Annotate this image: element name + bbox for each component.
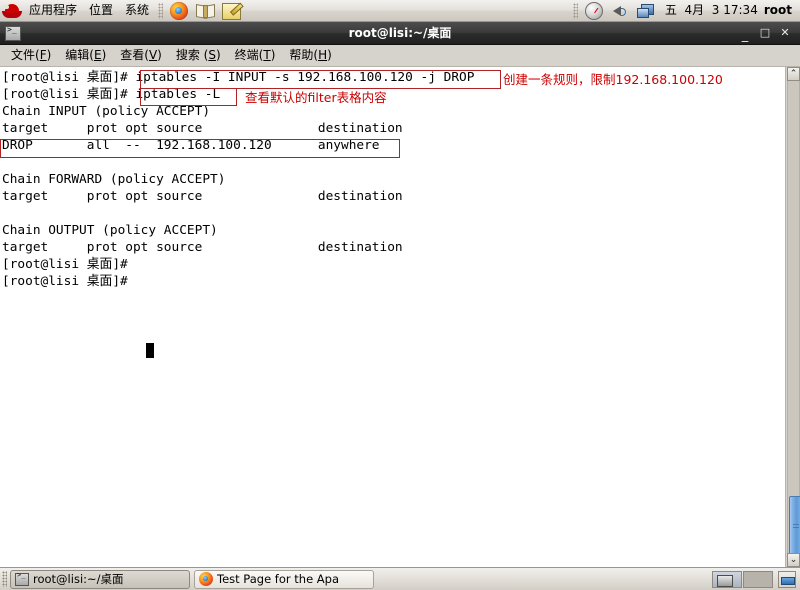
close-button[interactable]: ✕	[776, 25, 794, 41]
taskbar-item-label: root@lisi:~/桌面	[33, 572, 124, 586]
terminal-icon	[15, 571, 29, 586]
menu-terminal[interactable]: 终端(T)	[228, 46, 283, 65]
highlight-box-command-list	[140, 88, 237, 106]
terminal-scrollbar[interactable]: ⌃ ⌄	[785, 67, 800, 567]
red-hat-logo[interactable]	[2, 2, 22, 20]
window-buttons: _ □ ✕	[734, 25, 800, 42]
volume-icon[interactable]	[609, 1, 631, 21]
desktop-screen: 应用程序 位置 系统 五 4月 3 17:34 root root@lisi:~…	[0, 0, 800, 590]
help-book-icon[interactable]	[194, 1, 216, 21]
annotation-view-filter: 查看默认的filter表格内容	[245, 90, 387, 105]
firefox-icon	[199, 572, 213, 586]
menu-edit[interactable]: 编辑(E)	[58, 46, 113, 65]
bottom-panel: root@lisi:~/桌面 Test Page for the Apa	[0, 567, 800, 590]
system-monitor-icon[interactable]	[583, 1, 605, 21]
window-title: root@lisi:~/桌面	[348, 26, 452, 40]
minimize-button[interactable]: _	[736, 25, 754, 42]
menu-system[interactable]: 系统	[119, 2, 155, 19]
clock[interactable]: 五 4月 3 17:34	[659, 3, 764, 18]
menu-search[interactable]: 搜索 (S)	[169, 46, 228, 65]
panel-separator	[158, 2, 164, 19]
menu-view[interactable]: 查看(V)	[113, 46, 169, 65]
scrollbar-thumb[interactable]	[789, 496, 800, 558]
text-editor-icon[interactable]	[220, 1, 242, 21]
terminal-cursor	[146, 343, 154, 358]
taskbar-grip[interactable]	[2, 571, 7, 587]
terminal-icon	[5, 25, 21, 41]
top-panel: 应用程序 位置 系统 五 4月 3 17:34 root	[0, 0, 800, 22]
workspace-switcher[interactable]	[712, 570, 774, 589]
taskbar-item-firefox[interactable]: Test Page for the Apa	[194, 569, 374, 589]
maximize-button[interactable]: □	[756, 25, 774, 41]
firefox-icon[interactable]	[168, 1, 190, 21]
workspace-2[interactable]	[743, 570, 773, 588]
show-desktop-button[interactable]	[778, 570, 796, 588]
menu-bar: 文件(F) 编辑(E) 查看(V) 搜索 (S) 终端(T) 帮助(H)	[0, 45, 800, 67]
highlight-box-command-insert	[140, 70, 501, 89]
terminal-window: root@lisi:~/桌面 _ □ ✕ 文件(F) 编辑(E) 查看(V) 搜…	[0, 22, 800, 567]
terminal-output: [root@lisi 桌面]# iptables -I INPUT -s 192…	[2, 70, 475, 289]
window-titlebar[interactable]: root@lisi:~/桌面 _ □ ✕	[0, 22, 800, 45]
menu-applications[interactable]: 应用程序	[23, 2, 83, 19]
taskbar-item-label: Test Page for the Apa	[217, 572, 340, 586]
menu-file[interactable]: 文件(F)	[4, 46, 58, 65]
user-menu[interactable]: root	[764, 3, 800, 18]
tray-separator	[572, 2, 578, 19]
taskbar-item-terminal[interactable]: root@lisi:~/桌面	[10, 569, 190, 589]
scroll-up-button[interactable]: ⌃	[787, 67, 800, 81]
terminal-body[interactable]: [root@lisi 桌面]# iptables -I INPUT -s 192…	[0, 67, 800, 567]
network-monitor-icon[interactable]	[635, 1, 657, 21]
highlight-box-drop-rule	[0, 139, 400, 158]
menu-places[interactable]: 位置	[83, 2, 119, 19]
workspace-1[interactable]	[712, 570, 742, 588]
scrollbar-trough[interactable]	[787, 81, 800, 558]
annotation-create-rule: 创建一条规则，限制192.168.100.120	[503, 72, 723, 87]
scroll-down-button[interactable]: ⌄	[787, 553, 800, 567]
menu-help[interactable]: 帮助(H)	[282, 46, 338, 65]
